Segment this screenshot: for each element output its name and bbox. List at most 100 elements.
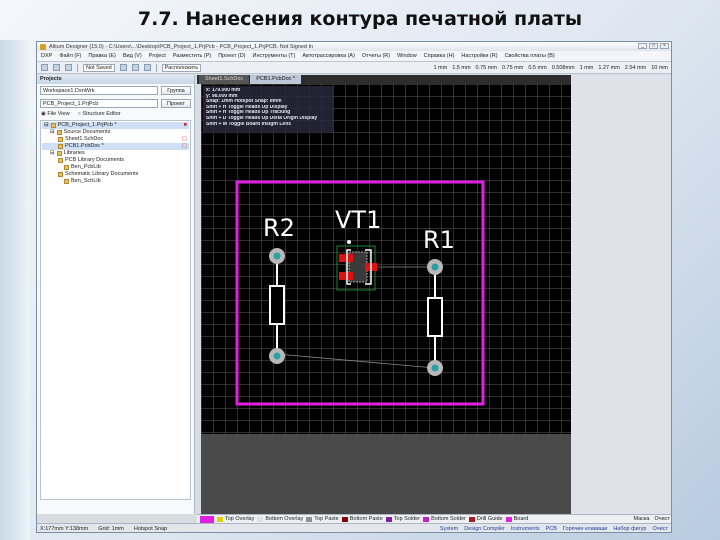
width-value[interactable]: 0.75 mm xyxy=(502,65,523,71)
tree-item-label: Sheet1.SchDoc xyxy=(65,136,104,142)
current-layer-swatch[interactable] xyxy=(200,515,214,523)
status-panel-link[interactable]: Очист xyxy=(653,526,669,532)
menu-item[interactable]: Инструменты (T) xyxy=(253,53,296,59)
radio-file-view[interactable]: ◉ File View xyxy=(41,111,70,117)
status-panel-link[interactable]: System xyxy=(440,526,458,532)
document-tab[interactable]: Sheet1.SchDoc xyxy=(199,75,250,84)
menu-item[interactable]: Проект (D) xyxy=(218,53,245,59)
document-icon xyxy=(58,137,63,142)
tree-item[interactable]: ⊟ Libraries xyxy=(42,150,189,157)
layer-tab[interactable]: Bottom Solder xyxy=(423,516,466,522)
redo-icon[interactable] xyxy=(143,64,151,71)
close-button[interactable]: × xyxy=(660,43,669,49)
width-value[interactable]: 1.27 mm xyxy=(598,65,619,71)
width-value[interactable]: 10 mm xyxy=(651,65,668,71)
layer-tab[interactable]: Top Overlay xyxy=(217,516,254,522)
workspace-button[interactable]: Группа xyxy=(161,86,191,95)
variant-combo[interactable]: Not Saved xyxy=(83,63,115,72)
layer-action-button[interactable]: Очист xyxy=(655,516,671,522)
layer-tab[interactable]: Top Paste xyxy=(306,516,339,522)
menu-item[interactable]: Свойства платы (B) xyxy=(505,53,555,59)
minimize-button[interactable]: _ xyxy=(638,43,647,49)
slide-title: 7.7. Нанесения контура печатной платы xyxy=(137,8,583,30)
expander-icon[interactable]: ⊟ xyxy=(50,150,55,157)
status-panel-link[interactable]: Design Compiler xyxy=(464,526,505,532)
status-panel-link[interactable]: Instruments xyxy=(511,526,540,532)
app-logo-icon xyxy=(40,43,46,50)
tree-item[interactable]: Sheet1.SchDoc ▢ xyxy=(42,136,189,143)
menu-item[interactable]: Window xyxy=(397,53,417,59)
menu-item[interactable]: Автотрассировка (A) xyxy=(302,53,355,59)
menu-item[interactable]: Правка (E) xyxy=(88,53,115,59)
layer-tabs: Top Overlay Bottom Overlay Top Paste Bottom… xyxy=(197,514,671,523)
width-value[interactable]: 2.54 mm xyxy=(625,65,646,71)
arrange-combo[interactable]: Расположить xyxy=(161,63,202,72)
width-value[interactable]: 1 mm xyxy=(580,65,594,71)
undo-icon[interactable] xyxy=(131,64,139,71)
menu-item[interactable]: Project xyxy=(149,53,166,59)
maximize-button[interactable]: □ xyxy=(649,43,658,49)
r2-pad-2-hole xyxy=(273,352,281,360)
r1-pad-2-hole xyxy=(431,364,439,372)
document-icon xyxy=(56,151,62,156)
projects-panel: Projects Workspace1.DsnWrk Группа PCB_Pr… xyxy=(37,75,195,514)
width-value[interactable]: 1.5 mm xyxy=(452,65,470,71)
tree-item[interactable]: ⊟ Source Documents xyxy=(42,129,189,136)
zoom-icon[interactable] xyxy=(119,64,127,71)
radio-structure-editor[interactable]: ○ Structure Editor xyxy=(78,111,121,117)
menu-item[interactable]: DXP xyxy=(41,53,52,59)
tree-item[interactable]: Ben_SchLib xyxy=(42,178,189,185)
workspace-field[interactable]: Workspace1.DsnWrk xyxy=(40,86,158,95)
status-panel-link[interactable]: Набор фигур xyxy=(613,526,646,532)
menu-item[interactable]: Вид (V) xyxy=(123,53,142,59)
menu-item[interactable]: Настройки (R) xyxy=(461,53,497,59)
layer-action-button[interactable]: Маска xyxy=(633,516,649,522)
status-bar: X:177mm Y:138mm Grid: 1mm Hotspot Snap S… xyxy=(37,523,671,532)
menu-item[interactable]: Справка (H) xyxy=(424,53,455,59)
vt1-pin1-marker xyxy=(347,240,351,244)
layer-tab[interactable]: Bottom Overlay xyxy=(257,516,303,522)
toolbar-divider xyxy=(155,63,157,72)
status-coords: X:177mm Y:138mm xyxy=(40,525,89,532)
menu-item[interactable]: Файл (F) xyxy=(59,53,81,59)
print-icon[interactable] xyxy=(65,64,72,71)
menu-item[interactable]: Отчеты (R) xyxy=(362,53,390,59)
document-tabs: Sheet1.SchDoc PCB1.PcbDoc * xyxy=(197,75,571,84)
layer-tab[interactable]: Board xyxy=(505,516,529,522)
vt1-pad-2 xyxy=(339,272,353,280)
document-icon xyxy=(58,172,63,177)
tree-item[interactable]: Schematic Library Documents xyxy=(42,171,189,178)
layer-tab-label: Bottom Solder xyxy=(431,516,466,522)
project-row: PCB_Project_1.PrjPcb Проект xyxy=(37,97,194,110)
tree-item[interactable]: ⊟ PCB_Project_1.PrjPcb * ■ xyxy=(42,122,189,129)
tree-item[interactable]: PCB Library Documents xyxy=(42,157,189,164)
width-value[interactable]: 0.75 mm xyxy=(476,65,497,71)
r2-body xyxy=(269,285,285,325)
width-value[interactable]: 1 mm xyxy=(433,65,447,71)
expander-icon[interactable]: ⊟ xyxy=(44,122,49,129)
layer-tab[interactable]: Bottom Paste xyxy=(341,516,383,522)
menu-item[interactable]: Разместить (P) xyxy=(173,53,211,59)
layer-tab-label: Bottom Overlay xyxy=(265,516,304,522)
tree-item[interactable]: PCB1.PcbDoc * ▢ xyxy=(42,143,189,150)
document-icon xyxy=(64,165,69,170)
layer-tab-label: Top Solder xyxy=(393,516,421,522)
project-button[interactable]: Проект xyxy=(161,99,191,108)
pcb-canvas[interactable]: R2 VT1 R1 x: 179.000 mm y: 98.000 mm Snap:… xyxy=(201,84,571,434)
save-icon[interactable] xyxy=(53,64,60,71)
status-panel-link[interactable]: PCB xyxy=(546,526,557,532)
project-field[interactable]: PCB_Project_1.PrjPcb xyxy=(40,99,158,108)
hud-line: Shift + M Toggle Board Insight Lens xyxy=(206,121,292,127)
layer-color-swatch xyxy=(505,516,512,522)
width-value[interactable]: 0.508mm xyxy=(552,65,575,71)
toolbar: Not Saved Расположить 1 mm 1.5 mm 0.75 mm 0… xyxy=(37,62,671,74)
tree-item[interactable]: Ben_PcbLib xyxy=(42,164,189,171)
status-panel-link[interactable]: Горячие клавиши xyxy=(563,526,607,532)
width-value[interactable]: 0.5 mm xyxy=(528,65,546,71)
expander-icon[interactable]: ⊟ xyxy=(50,129,55,136)
document-tab[interactable]: PCB1.PcbDoc * xyxy=(250,75,302,84)
layer-tab[interactable]: Drill Guide xyxy=(468,516,503,522)
layer-tab-label: Board xyxy=(513,516,529,522)
layer-tab[interactable]: Top Solder xyxy=(385,516,421,522)
open-file-icon[interactable] xyxy=(41,64,48,71)
